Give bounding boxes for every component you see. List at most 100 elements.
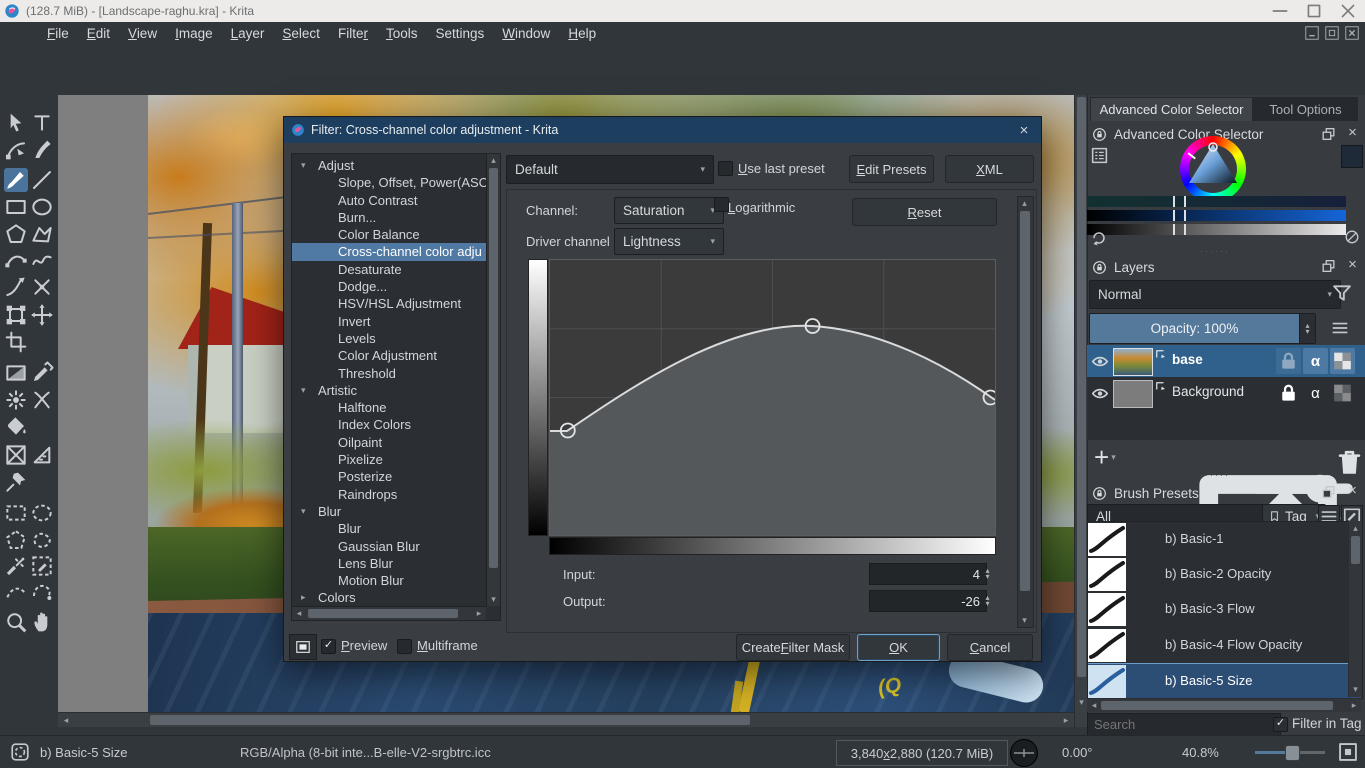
brush-preset-item[interactable]: b) Basic-2 Opacity (1088, 557, 1362, 592)
layer-alpha-icon[interactable]: α (1303, 348, 1328, 374)
menu-image[interactable]: Image (166, 24, 222, 43)
lock-docker-icon[interactable] (1092, 260, 1107, 275)
tree-category[interactable]: ▾Artistic (292, 382, 486, 399)
tree-item[interactable]: Posterize (292, 468, 486, 485)
hsv-triangle[interactable] (1180, 136, 1246, 202)
tool-freehand-select[interactable] (30, 528, 54, 552)
brush-preset-item-selected[interactable]: b) Basic-5 Size (1088, 663, 1362, 699)
tree-item[interactable]: Auto Contrast (292, 192, 486, 209)
scroll-down-icon[interactable]: ▾ (1349, 683, 1362, 696)
float-docker-icon[interactable] (1320, 126, 1337, 142)
use-last-preset-label[interactable]: Use last preset (738, 161, 825, 176)
scroll-right-icon[interactable]: ▸ (473, 607, 485, 620)
menu-file[interactable]: File (38, 24, 78, 43)
tool-pan[interactable] (30, 610, 54, 634)
current-color-swatch[interactable] (1341, 145, 1363, 168)
layers-menu-icon[interactable] (1328, 318, 1352, 338)
color-wheel[interactable] (1180, 136, 1246, 202)
tree-item[interactable]: Raindrops (292, 486, 486, 503)
menu-settings[interactable]: Settings (426, 24, 493, 43)
close-docker-icon[interactable]: × (1344, 257, 1361, 273)
tree-expanded-icon[interactable]: ▾ (301, 503, 306, 520)
layer-name[interactable]: Background (1172, 384, 1244, 399)
multiframe-label[interactable]: Multiframe (417, 638, 478, 653)
dialog-vscroll-thumb[interactable] (1020, 211, 1030, 591)
layer-thumbnail[interactable] (1113, 348, 1153, 376)
dialog-titlebar[interactable]: Filter: Cross-channel color adjustment -… (284, 117, 1041, 143)
layer-name[interactable]: base (1172, 352, 1203, 367)
window-maximize-button[interactable] (1297, 1, 1331, 21)
tree-item[interactable]: Invert (292, 313, 486, 330)
scroll-up-icon[interactable]: ▴ (487, 154, 500, 167)
tree-category[interactable]: ▾Adjust (292, 157, 486, 174)
reset-button[interactable]: Reset (852, 198, 997, 226)
tree-item[interactable]: Burn... (292, 209, 486, 226)
filter-in-tag-label[interactable]: Filter in Tag (1292, 716, 1362, 731)
lock-docker-icon[interactable] (1092, 486, 1107, 501)
tool-move[interactable] (30, 303, 54, 327)
menu-layer[interactable]: Layer (222, 24, 274, 43)
tool-assistant[interactable] (30, 443, 54, 467)
float-docker-icon[interactable] (1320, 258, 1337, 274)
driver-channel-dropdown[interactable]: Lightness ▾ (614, 228, 724, 255)
preview-label[interactable]: Preview (341, 638, 387, 653)
logarithmic-label[interactable]: Logarithmic (728, 200, 795, 215)
brush-preset-list[interactable]: b) Basic-1b) Basic-2 Opacityb) Basic-3 F… (1087, 521, 1363, 699)
tree-item[interactable]: Dodge... (292, 278, 486, 295)
mdi-minimize-button[interactable] (1303, 25, 1321, 41)
add-layer-button[interactable]: + ▾ (1094, 445, 1116, 469)
tool-reference-images[interactable] (4, 470, 28, 494)
tree-item[interactable]: Threshold (292, 365, 486, 382)
visibility-eye-icon[interactable] (1090, 351, 1110, 371)
tool-enclose-fill[interactable] (4, 443, 28, 467)
layer-row-base[interactable]: base α (1087, 345, 1365, 377)
logarithmic-checkbox[interactable] (714, 197, 729, 212)
scroll-down-icon[interactable]: ▾ (487, 593, 500, 606)
tool-contiguous-select[interactable] (30, 554, 54, 578)
brush-preset-item[interactable]: b) Basic-4 Flow Opacity (1088, 628, 1362, 663)
docker-splitter[interactable]: ······ (1200, 246, 1230, 256)
tool-magnetic-select[interactable] (30, 580, 54, 604)
refresh-colors-icon[interactable] (1090, 229, 1108, 247)
tool-line[interactable] (30, 168, 54, 192)
tool-calligraphy[interactable] (30, 138, 54, 162)
tree-item-selected[interactable]: Cross-channel color adju (292, 243, 486, 260)
window-close-button[interactable] (1331, 1, 1365, 21)
tool-polygon[interactable] (4, 222, 28, 246)
layer-opacity-slider[interactable]: Opacity: 100% ▴▾ (1089, 313, 1316, 344)
tree-item[interactable]: HSV/HSL Adjustment (292, 295, 486, 312)
input-spinner[interactable]: ▴▾ (981, 563, 994, 585)
float-docker-icon[interactable] (1320, 484, 1337, 500)
brush-hscrollbar[interactable]: ◂ ▸ (1087, 698, 1361, 712)
mdi-close-button[interactable] (1343, 25, 1361, 41)
menu-edit[interactable]: Edit (78, 24, 119, 43)
color-slider-saturation[interactable] (1087, 210, 1346, 221)
tool-transform[interactable] (4, 303, 28, 327)
tool-polyline[interactable] (30, 222, 54, 246)
tree-category[interactable]: ▾Blur (292, 503, 486, 520)
lock-docker-icon[interactable] (1092, 127, 1107, 142)
tool-select-shapes[interactable] (4, 111, 28, 135)
dialog-vscrollbar[interactable]: ▴ ▾ (1017, 196, 1034, 628)
menu-help[interactable]: Help (559, 24, 605, 43)
canvas-vscrollbar[interactable]: ▾ (1074, 95, 1087, 727)
tree-hscroll-thumb[interactable] (308, 609, 458, 618)
tree-item[interactable]: Pixelize (292, 451, 486, 468)
scroll-right-icon[interactable]: ▸ (1348, 699, 1360, 712)
tool-polygon-select[interactable] (4, 528, 28, 552)
layer-lock-icon[interactable] (1276, 380, 1301, 406)
channel-dropdown[interactable]: Saturation ▾ (614, 197, 724, 224)
scroll-up-icon[interactable]: ▴ (1018, 197, 1031, 210)
tree-item[interactable]: Slope, Offset, Power(ASC (292, 174, 486, 191)
color-slider-lightness[interactable] (1087, 224, 1346, 235)
tool-pattern-edit[interactable] (4, 388, 28, 412)
layer-row-background[interactable]: Background α (1087, 377, 1365, 409)
multiframe-checkbox[interactable] (397, 639, 412, 654)
layer-thumbnail[interactable] (1113, 380, 1153, 408)
menu-view[interactable]: View (119, 24, 166, 43)
preview-mode-button[interactable] (289, 634, 317, 660)
tree-collapsed-icon[interactable]: ▸ (301, 589, 306, 606)
tree-category[interactable]: ▸Colors (292, 589, 486, 606)
filter-in-tag-checkbox[interactable]: ✓ (1273, 717, 1288, 732)
layer-filter-funnel-icon[interactable] (1331, 282, 1353, 304)
